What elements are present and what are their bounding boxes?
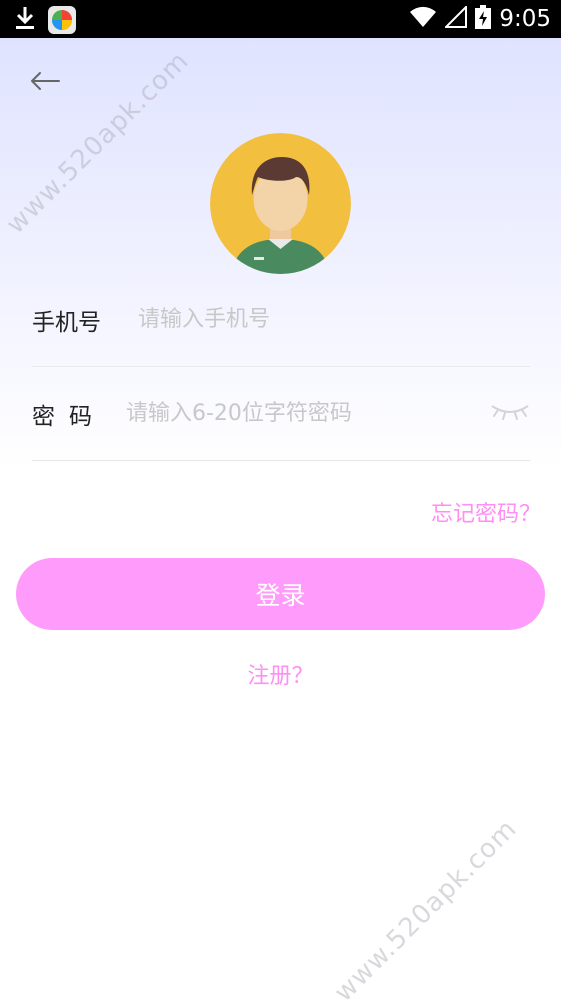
battery-charging-icon (475, 5, 492, 33)
register-link[interactable]: 注册？ (0, 658, 561, 690)
eye-closed-icon[interactable] (490, 402, 530, 422)
login-button[interactable]: 登录 (16, 558, 545, 630)
wifi-icon (409, 6, 437, 32)
download-icon (14, 5, 36, 35)
password-row: 密码 (32, 367, 530, 461)
signal-icon (443, 4, 468, 32)
status-bar-system: 9:05 (409, 3, 551, 35)
status-bar-notifications (14, 5, 76, 35)
forgot-password-link[interactable]: 忘记密码？ (431, 496, 541, 528)
app-icon (48, 6, 76, 34)
watermark: www.520apk.com (328, 813, 523, 999)
phone-row: 手机号 (32, 273, 530, 367)
phone-label: 手机号 (32, 310, 101, 336)
login-screen: 手机号 密码 忘记密码？ 登录 注册？ www.520apk.com www.5… (0, 38, 561, 999)
arrow-left-icon (29, 71, 61, 95)
status-time: 9:05 (499, 6, 551, 32)
phone-input[interactable] (138, 301, 518, 337)
status-bar: 9:05 (0, 0, 561, 38)
back-button[interactable] (28, 66, 62, 100)
password-label: 密码 (32, 404, 106, 430)
avatar (210, 133, 351, 274)
password-input[interactable] (126, 395, 476, 431)
